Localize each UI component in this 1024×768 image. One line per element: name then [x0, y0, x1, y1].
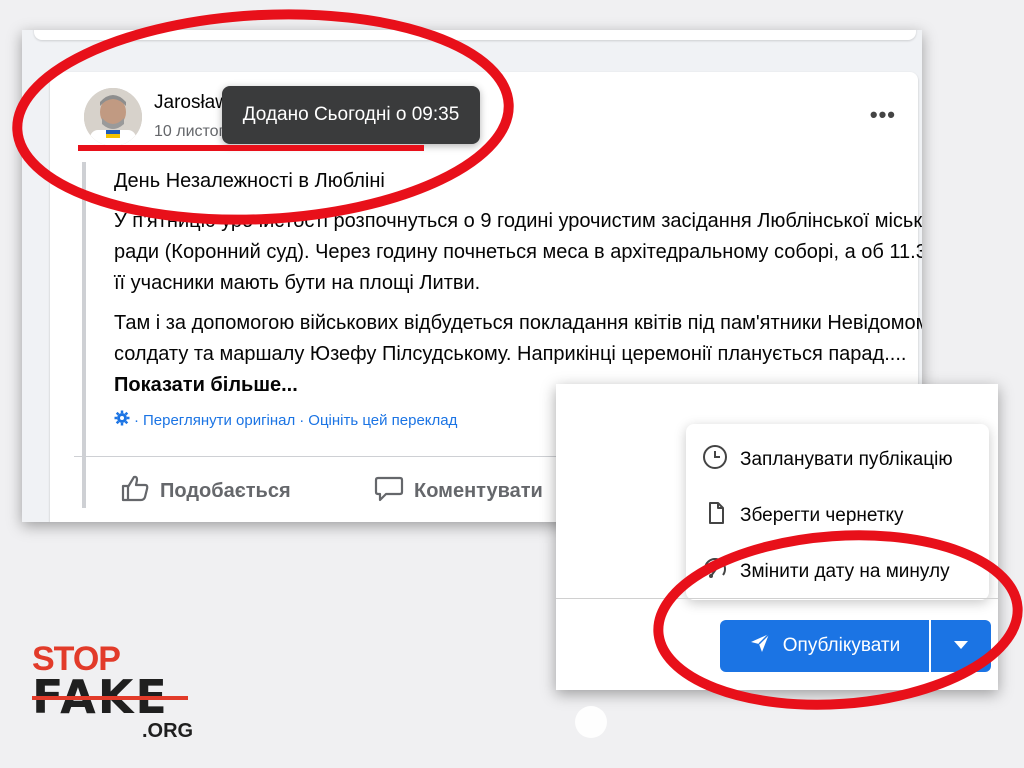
panel-divider — [556, 598, 998, 599]
menu-item-backdate[interactable]: Змінити дату на минулу — [702, 556, 950, 588]
more-options-button[interactable]: ••• — [870, 104, 896, 126]
translation-separator-2: · — [299, 411, 305, 429]
logo-org: .ORG — [142, 720, 194, 742]
timestamp-tooltip: Додано Сьогодні о 09:35 — [222, 86, 480, 144]
draft-icon — [702, 500, 728, 532]
previous-post-card-edge — [34, 30, 916, 40]
see-more-link[interactable]: Показати більше... — [114, 374, 298, 396]
menu-item-schedule-label: Запланувати публікацію — [740, 449, 953, 470]
like-label: Подобається — [160, 479, 291, 502]
menu-item-save-draft-label: Зберегти чернетку — [740, 505, 904, 526]
post-paragraph-2-text: Там і за допомогою військових відбудетьс… — [114, 312, 922, 365]
clock-icon — [702, 444, 728, 476]
like-button[interactable]: Подобається — [120, 474, 291, 508]
menu-item-schedule[interactable]: Запланувати публікацію — [702, 444, 953, 476]
publish-options-menu: Запланувати публікацію Зберегти чернетку… — [686, 424, 989, 600]
rate-translation-link[interactable]: Оцініть цей переклад — [308, 412, 457, 429]
backdate-icon — [702, 556, 728, 588]
carousel-dot[interactable] — [575, 706, 607, 738]
post-title: День Незалежності в Любліні — [114, 170, 385, 192]
publish-button[interactable]: Опублікувати — [720, 620, 929, 672]
translation-separator: · — [134, 411, 139, 429]
comment-label: Коментувати — [414, 479, 543, 502]
publish-panel-screenshot: Запланувати публікацію Зберегти чернетку… — [556, 384, 998, 690]
comment-button[interactable]: Коментувати — [374, 474, 543, 508]
see-original-link[interactable]: Переглянути оригінал — [143, 412, 295, 429]
avatar[interactable] — [84, 88, 142, 146]
send-icon — [749, 632, 771, 660]
caret-down-icon — [953, 637, 969, 655]
logo-strikethrough — [32, 696, 188, 700]
menu-item-backdate-label: Змінити дату на минулу — [740, 561, 950, 582]
comment-icon — [374, 474, 404, 508]
thumbs-up-icon — [120, 474, 150, 508]
stopfake-logo: STOP FAKE .ORG — [32, 640, 194, 744]
menu-item-save-draft[interactable]: Зберегти чернетку — [702, 500, 904, 532]
post-paragraph-1: У п'ятницю урочистості розпочнуться о 9 … — [114, 210, 922, 294]
translation-row: · Переглянути оригінал · Оцініть цей пер… — [114, 410, 457, 430]
publish-label: Опублікувати — [782, 635, 901, 656]
gear-icon[interactable] — [114, 410, 130, 430]
publish-dropdown-button[interactable] — [931, 620, 991, 672]
